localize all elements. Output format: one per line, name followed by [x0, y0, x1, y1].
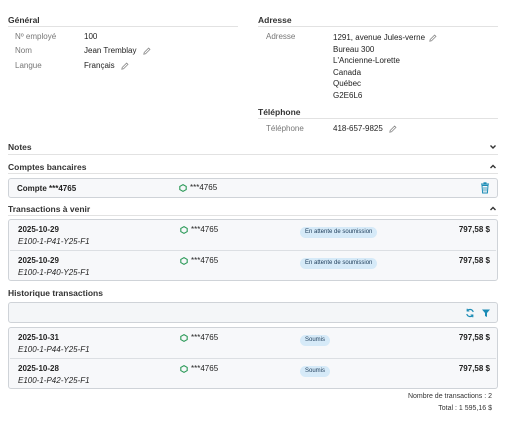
transaction-ref: E100-1-P41-Y25-F1	[18, 237, 90, 246]
divider	[8, 154, 498, 155]
address-line: L'Ancienne-Lorette	[333, 56, 400, 65]
general-title: Général	[8, 15, 40, 25]
employee-value: 100	[84, 32, 98, 41]
status-badge: Soumis	[300, 335, 331, 346]
transaction-account: ***4765	[180, 364, 218, 373]
transaction-amount: 797,58 $	[458, 256, 490, 265]
name-value: Jean Tremblay	[84, 46, 137, 55]
address-line: Bureau 300	[333, 44, 375, 54]
chevron-up-icon[interactable]	[488, 204, 498, 214]
account-shield-icon	[180, 364, 188, 373]
status-badge: En attente de soumission	[300, 258, 378, 269]
notes-title[interactable]: Notes	[8, 142, 32, 152]
transaction-account: ***4765	[180, 256, 218, 265]
divider	[8, 173, 498, 174]
edit-pencil-icon[interactable]	[429, 34, 437, 42]
divider	[8, 215, 498, 216]
phone-title: Téléphone	[258, 107, 301, 117]
phone-value: 418-657-9825	[333, 124, 383, 133]
edit-pencil-icon[interactable]	[121, 62, 129, 70]
history-title: Historique transactions	[8, 288, 103, 298]
address-line: 1291, avenue Jules-verne	[333, 32, 437, 44]
account-shield-icon	[180, 225, 188, 234]
account-name: Compte ***4765	[17, 184, 77, 193]
name-field: Jean Tremblay	[84, 46, 151, 55]
address-line: Canada	[333, 67, 362, 77]
trash-icon[interactable]	[480, 182, 490, 194]
address-title: Adresse	[258, 15, 292, 25]
upcoming-title: Transactions à venir	[8, 204, 91, 214]
transaction-ref: E100-1-P44-Y25-F1	[18, 345, 90, 354]
divider	[8, 26, 238, 27]
history-transactions-card: 2025-10-31 E100-1-P44-Y25-F1 ***4765 Sou…	[8, 327, 498, 389]
table-row[interactable]: 2025-10-29 E100-1-P41-Y25-F1 ***4765 En …	[10, 220, 496, 250]
transaction-amount: 797,58 $	[458, 225, 490, 234]
table-row[interactable]: 2025-10-28 E100-1-P42-Y25-F1 ***4765 Sou…	[10, 358, 496, 388]
status-badge: Soumis	[300, 366, 331, 377]
divider	[258, 26, 498, 27]
bank-title: Comptes bancaires	[8, 162, 87, 172]
bank-account-card[interactable]: Compte ***4765 ***4765	[8, 178, 498, 198]
table-row[interactable]: 2025-10-31 E100-1-P44-Y25-F1 ***4765 Sou…	[10, 328, 496, 358]
transaction-ref: E100-1-P42-Y25-F1	[18, 376, 90, 385]
edit-pencil-icon[interactable]	[142, 47, 151, 55]
phone-label: Téléphone	[266, 124, 304, 133]
history-toolbar	[8, 302, 498, 323]
lang-value: Français	[84, 61, 115, 70]
employee-label: Nº employé	[15, 32, 57, 41]
account-shield-icon	[180, 333, 188, 342]
name-label: Nom	[15, 46, 32, 55]
phone-field: 418-657-9825	[333, 124, 397, 133]
transaction-amount: 797,58 $	[458, 333, 490, 342]
transaction-date: 2025-10-29	[18, 256, 59, 265]
transaction-count: Nombre de transactions : 2	[407, 393, 492, 400]
upcoming-transactions-card: 2025-10-29 E100-1-P41-Y25-F1 ***4765 En …	[8, 219, 498, 281]
transaction-total: Total : 1 595,16 $	[438, 405, 492, 412]
chevron-up-icon[interactable]	[488, 162, 498, 172]
transaction-date: 2025-10-31	[18, 333, 59, 342]
chevron-down-icon[interactable]	[488, 142, 498, 152]
lang-label: Langue	[15, 61, 42, 70]
filter-icon[interactable]	[481, 308, 491, 318]
address-line: G2E6L6	[333, 90, 363, 100]
lang-field: Français	[84, 61, 129, 70]
address-line: Québec	[333, 79, 362, 88]
account-shield-icon	[180, 256, 188, 265]
divider	[258, 118, 498, 119]
edit-pencil-icon[interactable]	[389, 125, 397, 133]
refresh-icon[interactable]	[465, 308, 475, 318]
status-badge: En attente de soumission	[300, 227, 378, 238]
transaction-amount: 797,58 $	[458, 364, 490, 373]
account-shield-icon	[179, 183, 187, 192]
account-number: ***4765	[179, 183, 217, 192]
transaction-account: ***4765	[180, 225, 218, 234]
address-label: Adresse	[266, 32, 296, 41]
address-value: 1291, avenue Jules-verne Bureau 300 L'An…	[333, 32, 437, 101]
transaction-account: ***4765	[180, 333, 218, 342]
transaction-ref: E100-1-P40-Y25-F1	[18, 268, 90, 277]
transaction-date: 2025-10-29	[18, 225, 59, 234]
transaction-date: 2025-10-28	[18, 364, 59, 373]
table-row[interactable]: 2025-10-29 E100-1-P40-Y25-F1 ***4765 En …	[10, 250, 496, 280]
